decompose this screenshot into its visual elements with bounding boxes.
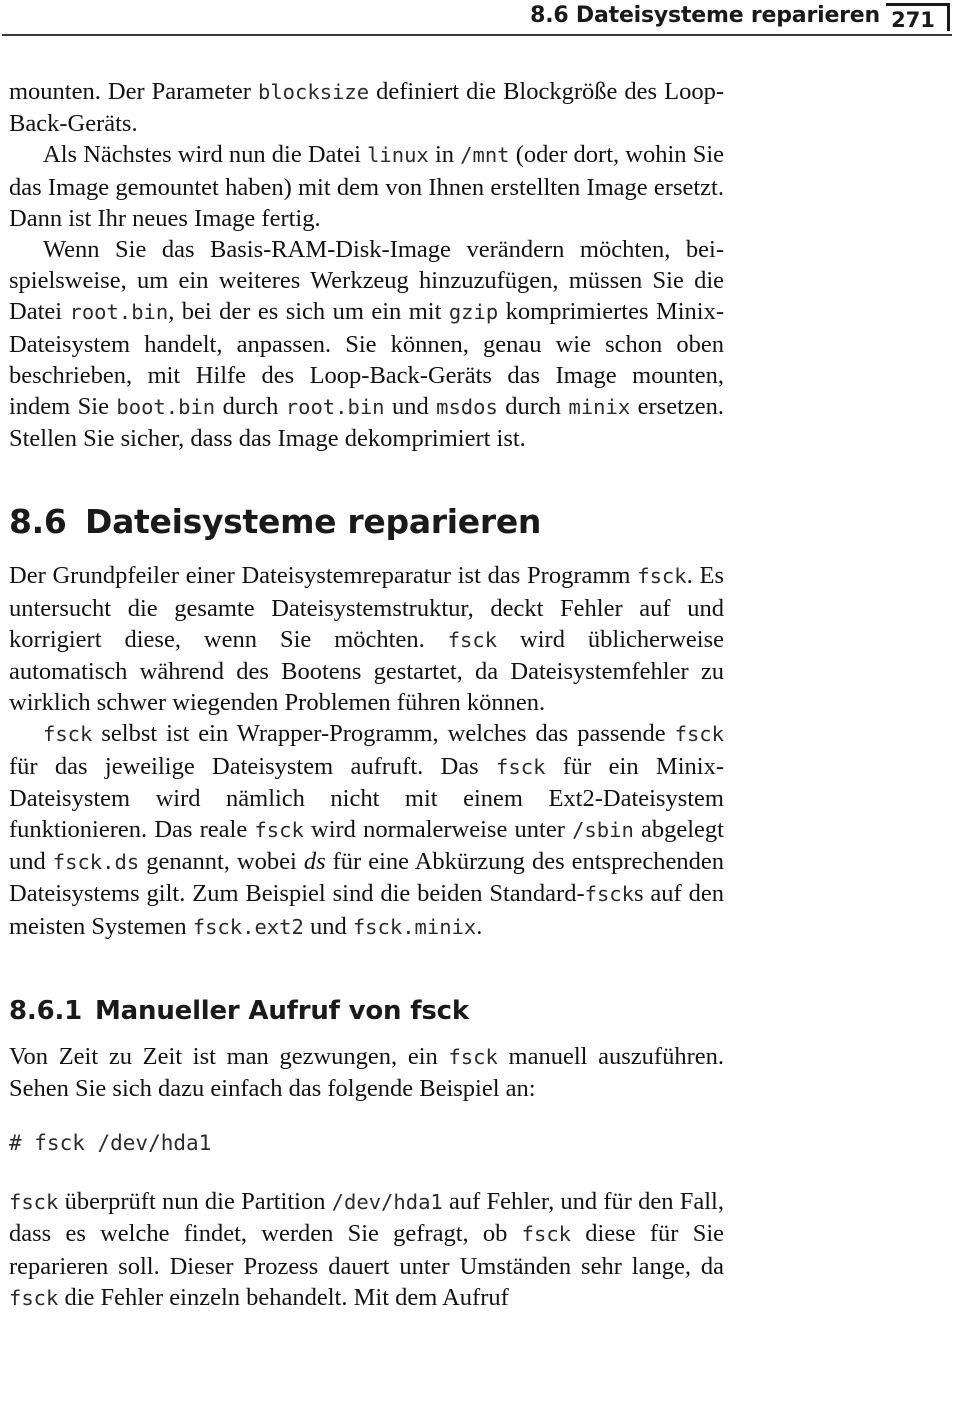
code-span: gzip [448,300,499,325]
header-title: 8.6 Dateisysteme reparieren [530,3,880,28]
paragraph-fsck-ueberprueft: fsck überprüft nun die Partition /dev/hd… [9,1186,724,1314]
code-span: /sbin [572,818,634,843]
text-run: mounten. Der Parameter [9,78,258,105]
text-run: , bei der es sich um ein mit [168,298,449,326]
text-run: die Fehler einzeln behandelt. Mit dem Au… [58,1283,509,1311]
text-run: Von Zeit zu Zeit ist man gezwungen, ein [9,1042,449,1070]
text-run: genannt, wobei [139,848,304,876]
code-span: fsck [448,1044,498,1069]
paragraph-grundpfeiler: Der Grundpfeiler einer Dateisystemrepara… [9,560,724,718]
text-run: überprüft nun die Partition [58,1188,332,1216]
paragraph-fsck-wrapper: fsck selbst ist ein Wrapper-Programm, we… [9,718,724,942]
paragraph-als-naechstes: Als Nächstes wird nun die Datei linux in… [9,139,724,234]
code-span: fsck [637,564,687,589]
text-run: und [303,912,353,940]
text-run: für das jeweilige Dateisystem aufruft. D… [9,752,497,780]
text-column: mounten. Der Parameter blocksize definie… [9,76,724,1314]
code-span: fsck [674,722,724,747]
text-run: durch [497,393,569,421]
text-run: in [428,141,461,169]
paragraph-continuation: mounten. Der Parameter blocksize definie… [9,76,724,139]
subsection-heading: 8.6.1 Manueller Aufruf von fsck [9,995,724,1027]
italic-span: ds [303,848,326,876]
text-run: . [476,912,483,940]
code-span: fsck [9,1190,59,1215]
code-span: root.bin [69,300,169,325]
section-number: 8.6 [9,502,67,542]
text-run: Als Nächstes wird nun die Datei [43,141,368,169]
code-span: fsck.minix [352,914,477,939]
code-span: root.bin [285,395,385,420]
code-span: /dev/hda1 [331,1190,443,1215]
paragraph-von-zeit-zu-zeit: Von Zeit zu Zeit ist man gezwungen, ein … [9,1041,724,1104]
code-span: fsck [447,627,498,652]
code-span: linux [367,143,429,168]
header-rule [2,34,952,36]
document-page: 8.6 Dateisysteme reparieren 271 mounten.… [0,0,960,1402]
code-span: boot.bin [116,395,216,420]
paragraph-wenn-sie: Wenn Sie das Basis-RAM-Disk-Image veränd… [9,234,724,454]
text-run: und [384,393,437,421]
text-run: Der Grundpfeiler einer Dateisystemrepara… [9,562,638,590]
folio-box: 271 [886,3,950,32]
page-header: 8.6 Dateisysteme reparieren 271 [0,0,960,36]
code-span: fsck.ds [52,850,140,875]
code-block: # fsck /dev/hda1 [9,1131,212,1156]
text-run: wird normalerweise un­ter [303,816,573,844]
code-span: msdos [436,395,498,420]
code-span: fsck [521,1222,572,1247]
section-heading: 8.6 Dateisysteme reparieren [9,502,724,542]
subsection-number: 8.6.1 [9,995,83,1026]
text-run: selbst ist ein Wrapper-Programm, welches… [92,720,675,748]
page-number: 271 [891,8,935,32]
code-span: minix [568,395,631,420]
code-span: fsck.ext2 [192,914,304,939]
code-span: blocksize [257,80,370,104]
code-span: fsck [9,1285,59,1310]
code-span: fsck [254,818,304,843]
code-span: fsck [43,722,93,747]
code-span: fsck [496,754,546,779]
text-run: durch [215,393,286,421]
code-span: /mnt [460,143,510,168]
subsection-title: Manueller Aufruf von fsck [95,995,469,1026]
section-title: Dateisysteme reparieren [85,502,542,542]
code-span: fsck [584,882,634,907]
